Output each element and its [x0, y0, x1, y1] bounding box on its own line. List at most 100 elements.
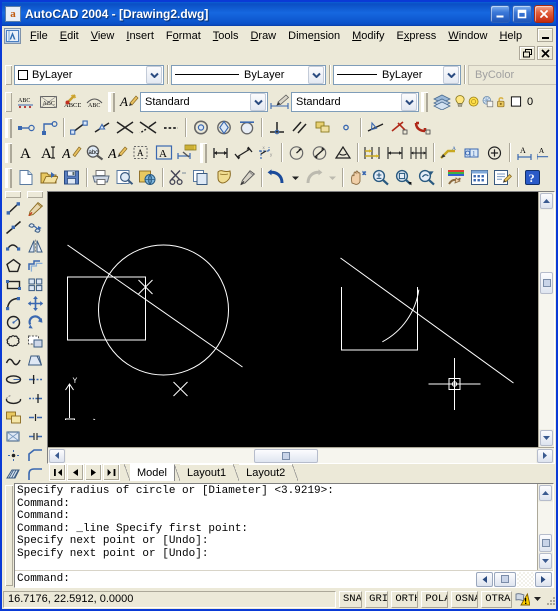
circle-icon[interactable] [3, 313, 24, 332]
mdi-restore-button[interactable] [519, 46, 535, 60]
aligned-dimension-icon[interactable] [232, 142, 255, 164]
minimize-button[interactable] [490, 5, 510, 23]
trim-icon[interactable] [25, 370, 46, 389]
vertical-scroll-thumb[interactable] [540, 272, 553, 294]
snap-node-icon[interactable] [334, 117, 357, 139]
continue-dimension-icon[interactable] [384, 142, 407, 164]
snap-extension-icon[interactable] [159, 117, 182, 139]
menu-tools[interactable]: Tools [207, 28, 245, 44]
vertical-scroll-thumb[interactable] [539, 534, 552, 552]
polar-toggle[interactable]: POLAR [421, 590, 449, 608]
text-style-combo[interactable]: Standard [140, 91, 268, 112]
prev-tab-icon[interactable] [67, 464, 84, 481]
temporary-track-point-icon[interactable] [14, 117, 37, 139]
menu-edit[interactable]: Edit [54, 28, 85, 44]
command-horizontal-scrollbar[interactable] [476, 571, 553, 587]
dim-update-icon[interactable]: ABCD [60, 91, 83, 113]
edit-text-icon[interactable]: A [60, 142, 83, 164]
chevron-down-icon[interactable] [146, 65, 162, 84]
command-prompt[interactable]: Command: [15, 573, 476, 585]
move-icon[interactable] [25, 294, 46, 313]
scroll-left-icon[interactable] [476, 571, 493, 587]
snap-quadrant-icon[interactable] [212, 117, 235, 139]
tab-layout1[interactable]: Layout1 [179, 464, 235, 481]
scroll-left-icon[interactable] [49, 448, 65, 463]
drawing-canvas[interactable]: XY [48, 192, 538, 420]
stretch-icon[interactable] [25, 351, 46, 370]
canvas-vertical-scrollbar[interactable] [538, 192, 554, 447]
break-at-point-icon[interactable] [25, 408, 46, 427]
chevron-down-icon[interactable] [401, 92, 417, 111]
extend-icon[interactable] [25, 389, 46, 408]
command-prompt-row[interactable]: Command: [15, 570, 553, 587]
ellipse-arc-icon[interactable] [3, 389, 24, 408]
insert-block-icon[interactable] [3, 408, 24, 427]
arc-icon[interactable] [3, 294, 24, 313]
linear-dimension-icon[interactable] [209, 142, 232, 164]
last-tab-icon[interactable] [103, 464, 120, 481]
polygon-icon[interactable] [3, 256, 24, 275]
vertical-scroll-track[interactable] [539, 210, 554, 429]
scroll-right-icon[interactable] [537, 448, 553, 463]
single-line-text-icon[interactable]: A [37, 142, 60, 164]
snap-intersection-icon[interactable] [113, 117, 136, 139]
toolbar-grip[interactable] [5, 142, 12, 163]
snap-from-icon[interactable] [37, 117, 60, 139]
horizontal-scroll-track[interactable] [66, 448, 536, 463]
construction-line-icon[interactable] [3, 218, 24, 237]
linetype-control-combo[interactable]: ByLayer [171, 64, 326, 85]
command-window-grip[interactable] [5, 485, 13, 586]
line-icon[interactable] [3, 199, 24, 218]
tolerance-icon[interactable]: 1 [460, 142, 483, 164]
dim-override-icon[interactable]: ABC [83, 91, 106, 113]
tray-expand-icon[interactable] [531, 596, 543, 602]
menu-file[interactable]: File [24, 28, 54, 44]
scroll-up-icon[interactable] [540, 193, 553, 209]
ordinate-dimension-icon[interactable]: x y [255, 142, 278, 164]
first-tab-icon[interactable] [49, 464, 66, 481]
grid-toggle[interactable]: GRID [365, 590, 389, 608]
quick-leader-icon[interactable]: A [437, 142, 460, 164]
menu-insert[interactable]: Insert [120, 28, 160, 44]
osnap-settings-icon[interactable] [410, 117, 433, 139]
paste-icon[interactable] [212, 167, 235, 189]
new-icon[interactable] [14, 167, 37, 189]
close-button[interactable] [534, 5, 554, 23]
osnap-toggle[interactable]: OSNAP [451, 590, 479, 608]
save-icon[interactable] [60, 167, 83, 189]
horizontal-scroll-thumb[interactable] [254, 448, 318, 463]
scroll-down-icon[interactable] [540, 430, 553, 446]
mdi-minimize-button[interactable] [537, 28, 553, 42]
coordinate-display[interactable]: 16.7176, 22.5912, 0.0000 [3, 590, 336, 608]
snap-endpoint-icon[interactable] [67, 117, 90, 139]
snap-insert-icon[interactable] [311, 117, 334, 139]
chevron-down-icon[interactable] [308, 65, 324, 84]
snap-toggle[interactable]: SNAP [339, 590, 363, 608]
menu-draw[interactable]: Draw [244, 28, 282, 44]
dimension-style-icon[interactable] [268, 91, 291, 113]
zoom-window-icon[interactable] [392, 167, 415, 189]
lightbulb-on-icon[interactable] [453, 91, 467, 113]
polyline-icon[interactable] [3, 237, 24, 256]
rotate-icon[interactable] [25, 313, 46, 332]
text-style-icon[interactable]: A [117, 91, 140, 113]
publish-icon[interactable] [136, 167, 159, 189]
snap-nearest-icon[interactable] [364, 117, 387, 139]
undo-dropdown-icon[interactable] [288, 167, 302, 189]
design-center-icon[interactable] [468, 167, 491, 189]
plot-icon[interactable] [90, 167, 113, 189]
justify-text-icon[interactable]: A [152, 142, 175, 164]
snap-none-icon[interactable] [387, 117, 410, 139]
snap-parallel-icon[interactable] [288, 117, 311, 139]
break-icon[interactable] [25, 427, 46, 446]
toolbar-grip[interactable] [5, 64, 12, 85]
render-icon[interactable] [445, 167, 468, 189]
menu-format[interactable]: Format [160, 28, 207, 44]
horizontal-scroll-thumb[interactable] [494, 571, 516, 587]
canvas-horizontal-scrollbar[interactable] [48, 447, 554, 463]
chamfer-icon[interactable] [25, 446, 46, 465]
otrack-toggle[interactable]: OTRACK [481, 590, 512, 608]
mirror-icon[interactable] [25, 237, 46, 256]
help-icon[interactable]: ? [521, 167, 544, 189]
ortho-toggle[interactable]: ORTHO [391, 590, 419, 608]
